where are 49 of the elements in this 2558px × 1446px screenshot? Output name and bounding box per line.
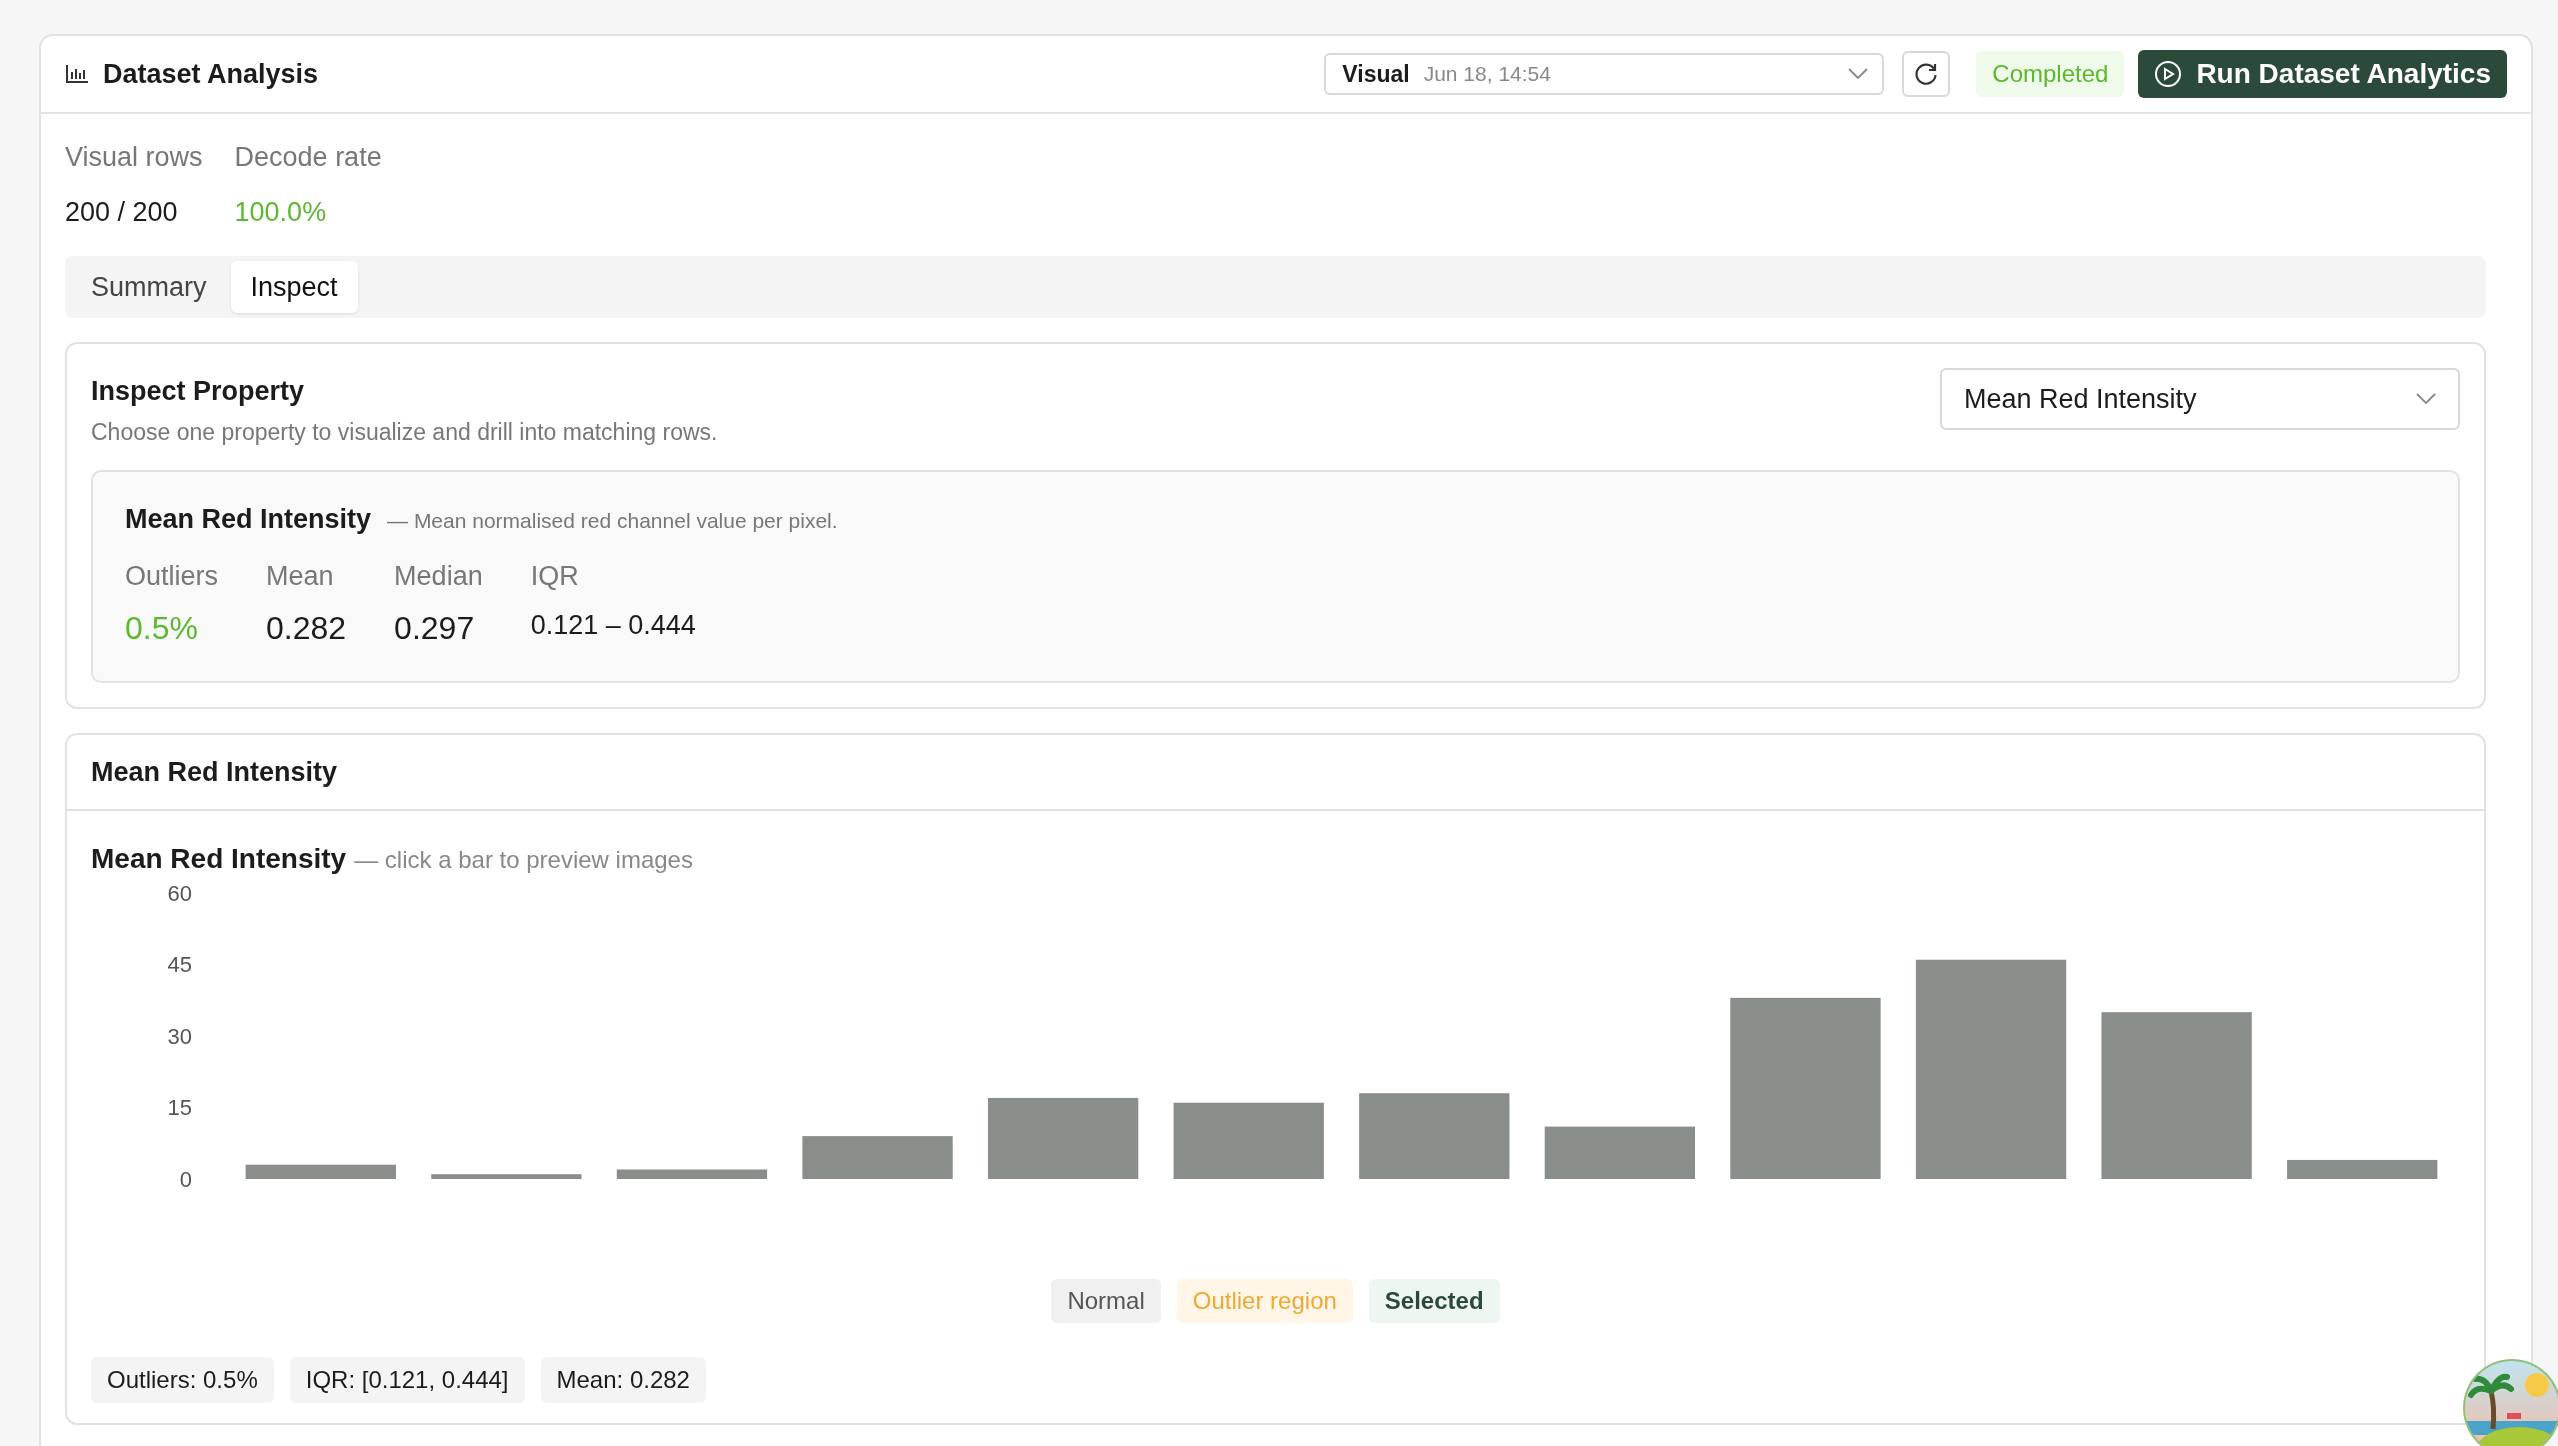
chart-title: Mean Red Intensity bbox=[91, 843, 347, 875]
axis-tick-label: 15 bbox=[167, 1095, 192, 1120]
stat-value: 100.0% bbox=[234, 197, 328, 228]
stat-value: 200 / 200 bbox=[65, 197, 179, 228]
refresh-icon bbox=[1913, 61, 1940, 87]
property-name: Mean Red Intensity bbox=[125, 504, 372, 535]
section-title: Inspect Property bbox=[91, 376, 306, 407]
legend-chip: Selected bbox=[1368, 1279, 1500, 1323]
chart-hint: — click a bar to preview images bbox=[354, 846, 693, 874]
run-button[interactable]: Run Dataset Analytics bbox=[2138, 50, 2507, 98]
stat-chip: IQR: [0.121, 0.444] bbox=[289, 1357, 525, 1403]
status-badge: Completed bbox=[1976, 51, 2125, 97]
run-select[interactable]: Visual Jun 18, 14:54 bbox=[1324, 53, 1885, 95]
metric-value: 0.5% bbox=[125, 610, 199, 647]
histogram-bar[interactable] bbox=[987, 1097, 1139, 1179]
axis-tick-label: 30 bbox=[167, 1023, 192, 1049]
metric-label: Outliers bbox=[125, 561, 219, 592]
metric-value: 0.282 bbox=[266, 610, 347, 647]
legend-chip: Normal bbox=[1051, 1279, 1161, 1323]
panel-title: Dataset Analysis bbox=[103, 58, 319, 90]
tab[interactable]: Inspect bbox=[230, 261, 358, 313]
property-select[interactable]: Mean Red Intensity bbox=[1940, 368, 2460, 430]
histogram-bar[interactable] bbox=[431, 1174, 582, 1179]
chevron-down-icon bbox=[2416, 393, 2436, 405]
metric-label: IQR bbox=[530, 561, 580, 592]
histogram-bar[interactable] bbox=[1544, 1126, 1696, 1179]
histogram-bar[interactable] bbox=[616, 1169, 768, 1179]
metric-value: 0.297 bbox=[394, 610, 476, 647]
histogram-bar[interactable] bbox=[245, 1164, 396, 1179]
refresh-button[interactable] bbox=[1902, 51, 1951, 97]
metric-label: Mean bbox=[266, 561, 335, 592]
metric-value: 0.121 – 0.444 bbox=[530, 610, 696, 641]
property-description: — Mean normalised red channel value per pixel. bbox=[387, 509, 838, 533]
metric-label: Median bbox=[394, 561, 483, 592]
chevron-down-icon bbox=[1848, 68, 1869, 80]
tab[interactable]: Summary bbox=[71, 261, 227, 313]
bar-chart-icon bbox=[65, 64, 89, 84]
stat-chip: Mean: 0.282 bbox=[540, 1357, 706, 1403]
axis-tick-label: 45 bbox=[167, 952, 192, 977]
stat-label: Visual rows bbox=[65, 142, 203, 173]
legend-chip: Outlier region bbox=[1176, 1279, 1353, 1323]
axis-tick-label: 0 bbox=[179, 1166, 192, 1192]
card-title: Mean Red Intensity bbox=[91, 756, 338, 788]
play-circle-icon bbox=[2154, 60, 2183, 88]
stat-chip: Outliers: 0.5% bbox=[91, 1357, 274, 1403]
stat-label: Decode rate bbox=[234, 142, 382, 173]
section-subtitle: Choose one property to visualize and drill into matching rows. bbox=[91, 419, 718, 446]
histogram-bar[interactable] bbox=[2287, 1159, 2438, 1179]
axis-tick-label: 60 bbox=[167, 880, 192, 906]
